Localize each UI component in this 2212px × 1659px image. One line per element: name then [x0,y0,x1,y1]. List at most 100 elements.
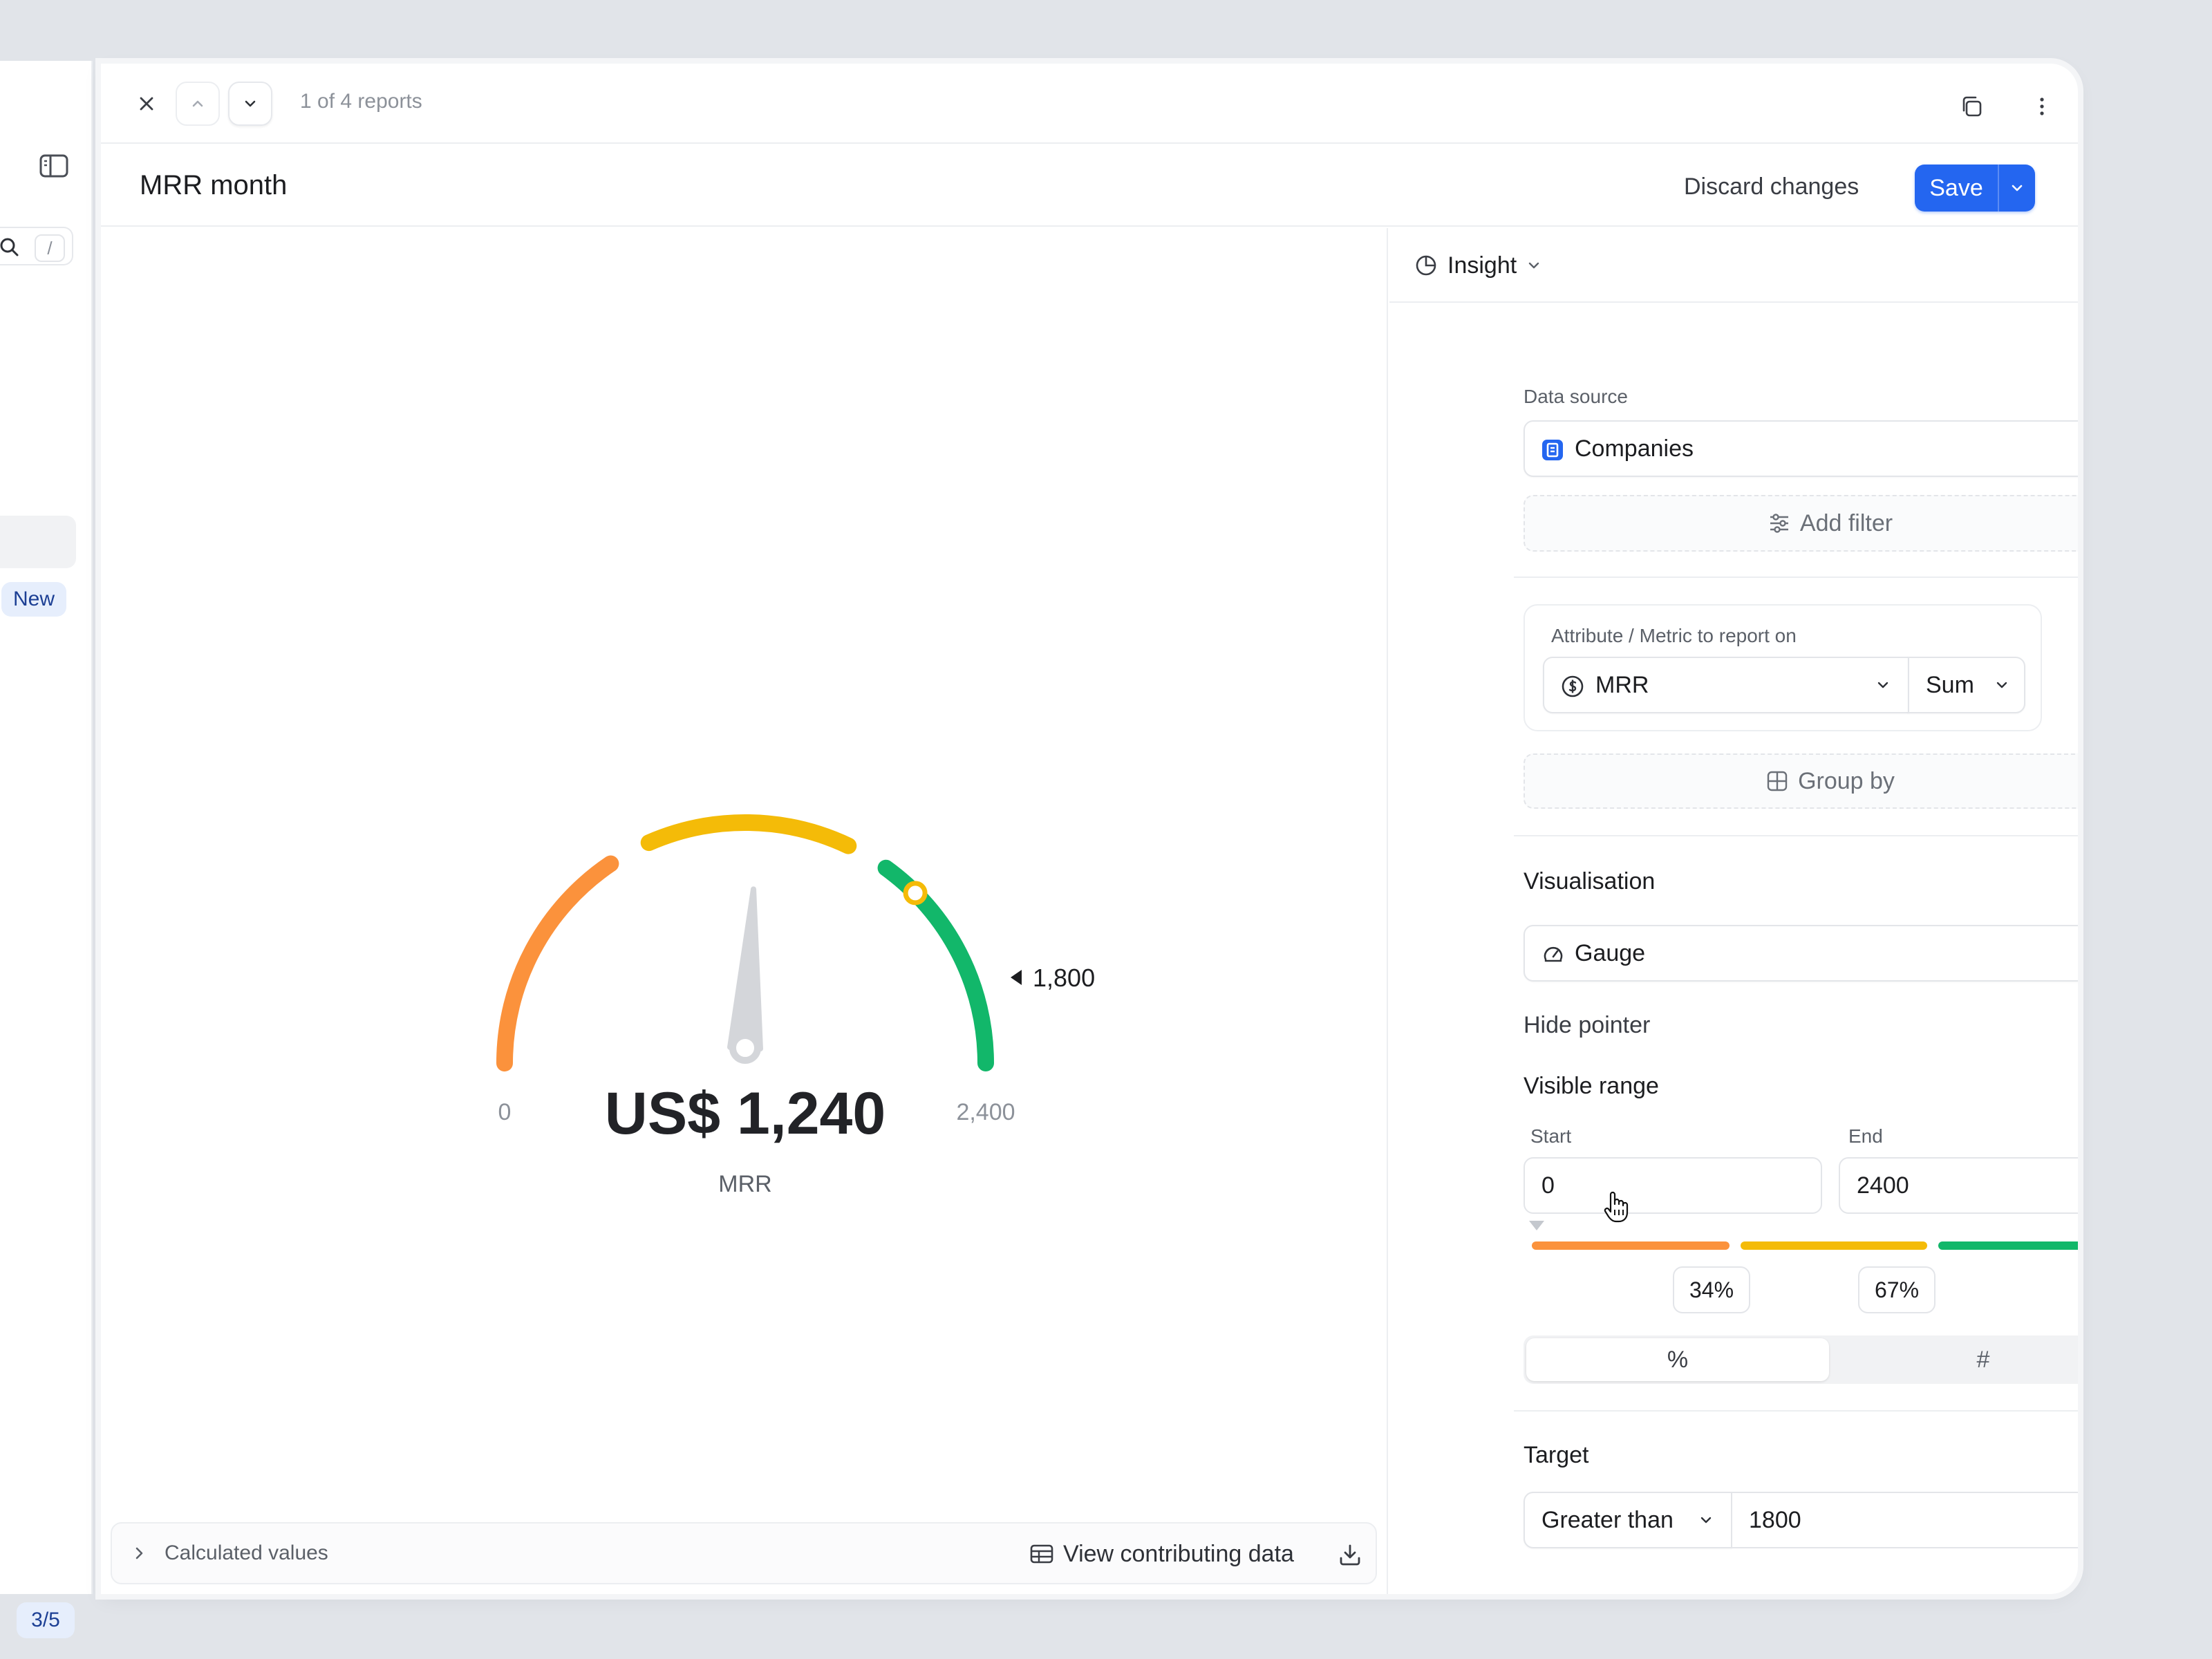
gauge-max-label: 2,400 [956,1099,1015,1125]
range-band-mid[interactable] [1741,1241,1928,1250]
view-contributing-data-button[interactable]: View contributing data [1030,1533,1294,1575]
discard-changes-button[interactable]: Discard changes [1684,167,1859,206]
threshold-1-chip[interactable]: 34% [1673,1266,1750,1313]
range-end-label: End [1848,1125,1883,1147]
copy-icon [1962,96,1982,117]
add-filter-label: Add filter [1799,509,1893,536]
duplicate-button[interactable] [1955,90,1988,123]
window-topbar: 1 of 4 reports [101,64,2078,144]
range-start-handle[interactable] [1529,1221,1544,1230]
currency-icon [1562,675,1584,697]
grid-icon [1767,771,1788,791]
gauge-min-label: 0 [498,1099,512,1125]
report-editor-window: 1 of 4 reports MRR month Discard changes… [101,64,2078,1594]
next-report-button[interactable] [228,82,272,126]
gauge-needle-hub [729,1032,761,1064]
download-icon [1340,1544,1360,1566]
metric-attribute-select[interactable]: MRR [1543,657,1909,713]
chevron-down-icon [2012,185,2023,191]
report-title[interactable]: MRR month [140,170,287,201]
gauge-target-label: 1,800 [1033,964,1095,992]
group-by-label: Group by [1798,767,1895,794]
chevron-down-icon [1877,682,1888,688]
divider [1514,577,2078,578]
report-position: 1 of 4 reports [300,90,422,113]
target-value: 1800 [1749,1507,1801,1533]
metric-section: Attribute / Metric to report on MRR Sum [1524,604,2042,731]
sidebar-toggle-icon[interactable] [39,153,69,178]
range-band-high[interactable] [1938,1241,2078,1250]
unit-percent-option[interactable]: % [1526,1338,1829,1381]
target-operator-value: Greater than [1541,1507,1674,1533]
sidebar-search[interactable]: / [0,227,73,265]
chevron-down-icon [1528,262,1539,269]
unit-number-option[interactable]: # [1832,1338,2078,1381]
gauge-chart: 1,800 0 2,400 US$ 1,240 MRR [496,814,1095,1197]
visualisation-value: Gauge [1575,940,1646,966]
hand-cursor-icon [1602,1190,1631,1224]
search-icon [0,238,19,257]
save-button[interactable]: Save [1915,165,1998,212]
save-button-group: Save [1915,165,2035,212]
insight-mode-label: Insight [1447,252,1517,279]
settings-panel: Insight Data source Companies Add filter… [1389,228,2078,1594]
visible-range-title: Visible range [1524,1073,1659,1099]
target-operator-select[interactable]: Greater than [1524,1492,1732,1548]
close-button[interactable] [127,84,166,123]
range-start-label: Start [1530,1125,1572,1147]
divider [1514,1410,2078,1412]
target-title: Target [1524,1442,1589,1468]
chart-canvas: 1,800 0 2,400 US$ 1,240 MRR Calculated v… [101,228,1388,1594]
filter-sliders-icon [1770,514,1788,533]
more-vertical-icon [2040,97,2044,115]
sidebar-item[interactable] [0,516,76,568]
visualisation-title: Visualisation [1524,868,1656,894]
add-filter-button[interactable]: Add filter [1524,495,2078,552]
gauge-needle [727,886,763,1052]
calculated-values-toggle[interactable]: Calculated values [165,1541,328,1565]
gauge-icon [1544,946,1563,962]
gauge-metric-label: MRR [718,1171,771,1197]
target-value-input[interactable]: 1800 [1731,1492,2078,1548]
range-end-value: 2400 [1857,1172,1909,1199]
insight-mode-dropdown[interactable]: Insight [1414,245,1541,286]
companies-icon [1542,440,1563,460]
view-contributing-data-label: View contributing data [1063,1540,1294,1567]
data-source-value: Companies [1575,435,1694,462]
metric-attribute-value: MRR [1595,672,1649,698]
pie-chart-icon [1416,255,1436,276]
download-button[interactable] [1333,1537,1367,1572]
previous-report-button[interactable] [176,82,220,126]
panel-mode-row: Insight [1389,228,2078,303]
range-start-input[interactable]: 0 [1524,1157,1822,1214]
gauge-band-high [877,859,994,1071]
range-band-low[interactable] [1532,1241,1730,1250]
chevron-down-icon [245,100,256,107]
visualisation-select[interactable]: Gauge [1524,925,2078,982]
close-icon [140,97,153,111]
more-options-button[interactable] [2028,90,2056,123]
table-icon [1030,1544,1053,1564]
aggregation-select[interactable]: Sum [1908,657,2025,713]
range-end-input[interactable]: 2400 [1839,1157,2078,1214]
chevron-up-icon [192,100,203,107]
gauge-value: US$ 1,240 [605,1080,885,1147]
gauge-band-mid [640,814,857,854]
range-unit-toggle: % # [1524,1335,2078,1384]
divider [1514,835,2078,836]
target-arrow-icon [1011,970,1022,985]
search-shortcut-key: / [35,234,65,262]
hide-pointer-label: Hide pointer [1524,1012,1651,1038]
gauge-target-marker [903,881,928,906]
chevron-down-icon [1700,1517,1712,1524]
threshold-2-chip[interactable]: 67% [1858,1266,1936,1313]
calculated-values-bar: Calculated values View contributing data [111,1522,1377,1584]
data-source-select[interactable]: Companies [1524,420,2078,477]
metric-section-label: Attribute / Metric to report on [1551,625,1797,646]
chevron-right-icon[interactable] [130,1544,148,1562]
data-source-label: Data source [1524,386,1628,407]
new-badge: New [1,582,66,617]
save-options-button[interactable] [1998,165,2035,212]
group-by-button[interactable]: Group by [1524,753,2078,809]
chevron-down-icon [1996,682,2007,688]
